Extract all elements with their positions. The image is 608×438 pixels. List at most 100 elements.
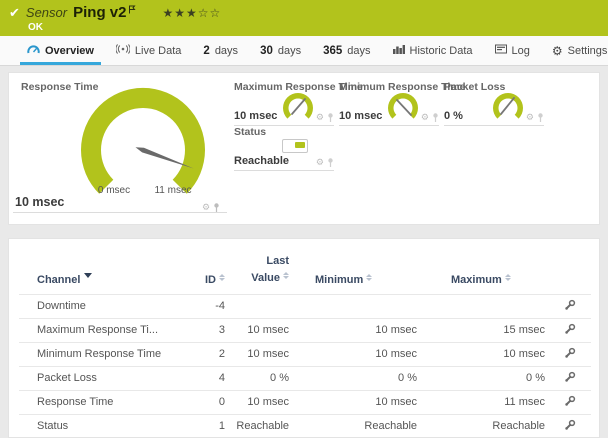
sort-icon	[366, 271, 373, 284]
gauge-scale-min: 0 msec	[97, 185, 131, 196]
table-row[interactable]: Response Time 0 10 msec 10 msec 11 msec	[19, 389, 591, 414]
sort-icon	[219, 271, 225, 284]
channel-name[interactable]: Status	[19, 413, 187, 438]
edit-channel-wrench-icon[interactable]	[564, 419, 576, 434]
edit-channel-wrench-icon[interactable]	[564, 299, 576, 314]
channel-name[interactable]: Response Time	[19, 389, 187, 414]
minimum-value: 10 msec	[293, 389, 421, 414]
minimum-value: 0 %	[293, 365, 421, 390]
status-check-icon: ✔	[9, 4, 20, 20]
gear-icon[interactable]: ⚙	[202, 202, 210, 213]
last-value: 0 %	[229, 365, 293, 390]
channel-name[interactable]: Downtime	[19, 293, 187, 318]
gauge-needle	[396, 99, 412, 116]
log-icon	[494, 44, 507, 57]
maximum-value: 10 msec	[421, 341, 549, 366]
column-header-minimum[interactable]: Minimum	[293, 243, 421, 294]
status-indicator-knob	[295, 142, 305, 148]
widget-minimum-response-time: Minimum Response Time 10 msec ⚙	[339, 81, 465, 126]
object-type-label: Sensor	[25, 5, 68, 20]
gear-icon[interactable]: ⚙	[421, 112, 429, 123]
channel-table: Channel ID Last Value Minimum Maximum Do…	[19, 243, 591, 438]
widget-status: Status Reachable ⚙	[234, 126, 334, 171]
minimum-value: 10 msec	[293, 317, 421, 342]
table-row[interactable]: Maximum Response Ti... 3 10 msec 10 msec…	[19, 317, 591, 342]
maximum-value: 0 %	[421, 365, 549, 390]
table-row[interactable]: Downtime -4	[19, 293, 591, 318]
last-value	[229, 293, 293, 318]
tab-number: 2	[203, 44, 210, 57]
channel-id: 2	[187, 341, 229, 366]
pin-icon[interactable]	[327, 158, 334, 167]
channel-id: 4	[187, 365, 229, 390]
channel-name[interactable]: Minimum Response Time	[19, 341, 187, 366]
widget-value: 0 %	[444, 110, 463, 122]
gear-icon[interactable]: ⚙	[526, 112, 534, 123]
sort-desc-icon	[84, 272, 93, 282]
tab-30-days[interactable]: 30 days	[249, 36, 312, 65]
maximum-value: Reachable	[421, 413, 549, 438]
edit-channel-wrench-icon[interactable]	[564, 371, 576, 386]
minimum-value	[293, 293, 421, 318]
channel-name[interactable]: Maximum Response Ti...	[19, 317, 187, 342]
tab-365-days[interactable]: 365 days	[312, 36, 381, 65]
gear-icon[interactable]: ⚙	[316, 112, 324, 123]
edit-channel-wrench-icon[interactable]	[564, 323, 576, 338]
tab-label: days	[214, 44, 239, 57]
sensor-header: ✔ Sensor Ping v2 ★★★☆☆ OK	[0, 0, 608, 36]
pin-icon[interactable]	[327, 113, 334, 122]
maximum-value: 11 msec	[421, 389, 549, 414]
tab-label: Historic Data	[409, 44, 473, 57]
edit-channel-wrench-icon[interactable]	[564, 347, 576, 362]
column-header-channel[interactable]: Channel	[19, 243, 187, 294]
column-header-last-value[interactable]: Last Value	[229, 243, 293, 294]
channel-id: 0	[187, 389, 229, 414]
table-row[interactable]: Minimum Response Time 2 10 msec 10 msec …	[19, 341, 591, 366]
widget-value: 10 msec	[339, 110, 383, 122]
tab-settings[interactable]: ⚙ Settings	[541, 36, 608, 65]
tab-number: 365	[323, 44, 343, 57]
column-header-maximum[interactable]: Maximum	[421, 243, 549, 294]
maximum-value: 15 msec	[421, 317, 549, 342]
table-header-row: Channel ID Last Value Minimum Maximum	[19, 243, 591, 294]
response-time-value: 10 msec	[15, 195, 65, 209]
gauge-needle	[500, 97, 515, 115]
edit-channel-wrench-icon[interactable]	[564, 395, 576, 410]
sensor-name: Ping v2	[73, 4, 127, 21]
tab-historic-data[interactable]: Historic Data	[382, 36, 484, 65]
status-indicator	[282, 139, 308, 153]
tab-log[interactable]: Log	[484, 36, 541, 65]
widget-value: 10 msec	[234, 110, 278, 122]
column-header-id[interactable]: ID	[187, 243, 229, 294]
maximum-value	[421, 293, 549, 318]
last-value: 10 msec	[229, 389, 293, 414]
pin-icon[interactable]	[213, 203, 220, 212]
tab-live-data[interactable]: Live Data	[105, 36, 192, 65]
sort-icon	[504, 271, 511, 284]
tab-label: Overview	[45, 44, 94, 57]
priority-stars[interactable]: ★★★☆☆	[162, 6, 221, 20]
tab-label: days	[347, 44, 371, 57]
pin-icon[interactable]	[432, 113, 439, 122]
table-row[interactable]: Status 1 Reachable Reachable Reachable	[19, 413, 591, 438]
channel-table-panel: Channel ID Last Value Minimum Maximum Do…	[8, 238, 600, 438]
tab-2-days[interactable]: 2 days	[192, 36, 249, 65]
gauge-icon	[27, 44, 40, 57]
gear-icon[interactable]: ⚙	[316, 157, 324, 168]
tab-overview[interactable]: Overview	[16, 36, 105, 65]
overview-gauges-panel: Response Time 0 msec 11 msec 10 msec ⚙ M…	[8, 72, 600, 225]
channel-name[interactable]: Packet Loss	[19, 365, 187, 390]
response-time-gauge	[81, 87, 206, 194]
pin-icon[interactable]	[537, 113, 544, 122]
priority-flag-icon[interactable]	[128, 1, 137, 19]
table-row[interactable]: Packet Loss 4 0 % 0 % 0 %	[19, 365, 591, 390]
gauge-scale-max: 11 msec	[154, 185, 192, 196]
tab-label: Settings	[567, 44, 608, 57]
channel-id: 3	[187, 317, 229, 342]
last-value: 10 msec	[229, 341, 293, 366]
tab-number: 30	[260, 44, 273, 57]
channel-id: 1	[187, 413, 229, 438]
divider	[13, 212, 227, 213]
bar-chart-icon	[392, 44, 405, 57]
widget-maximum-response-time: Maximum Response Time 10 msec ⚙	[234, 81, 363, 126]
